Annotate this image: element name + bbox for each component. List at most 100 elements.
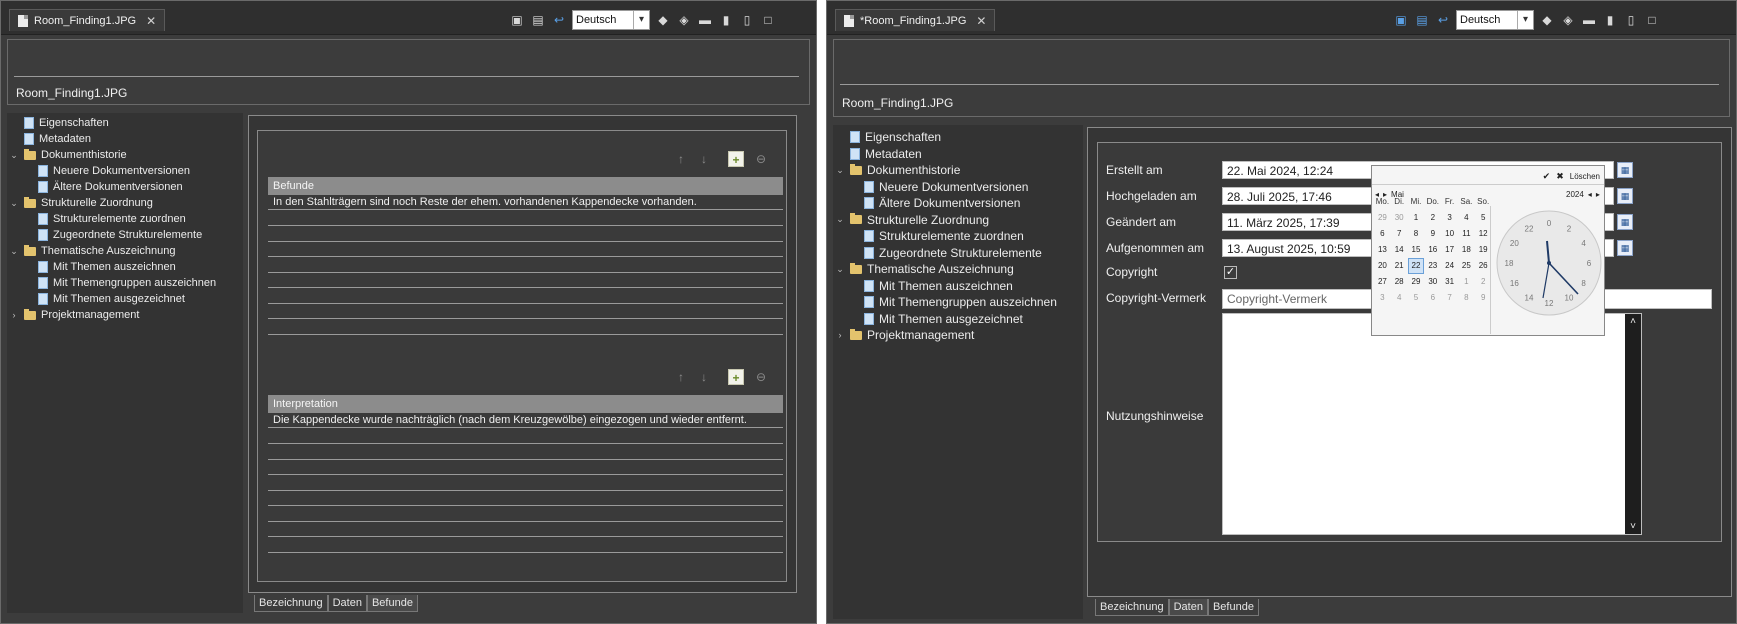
calendar-day[interactable]: 13 <box>1374 242 1391 258</box>
chevron-down-icon[interactable]: ⌄ <box>835 214 845 225</box>
empty-row[interactable] <box>268 273 783 288</box>
usage-textarea[interactable]: ˄ ˅ <box>1222 313 1642 535</box>
export-icon[interactable]: ▮ <box>1602 12 1618 28</box>
calendar-day[interactable]: 16 <box>1424 242 1441 258</box>
calendar-icon[interactable]: ▦ <box>1617 214 1633 230</box>
calendar-day[interactable]: 23 <box>1424 258 1441 274</box>
calendar-day[interactable]: 6 <box>1374 226 1391 242</box>
calendar-day[interactable]: 4 <box>1458 210 1475 226</box>
empty-row[interactable] <box>268 258 783 273</box>
close-icon[interactable]: ✖ <box>1556 171 1564 182</box>
tree-item[interactable]: Mit Themen ausgezeichnet <box>7 291 243 307</box>
calendar-day[interactable]: 8 <box>1408 226 1425 242</box>
calendar-day[interactable]: 10 <box>1441 226 1458 242</box>
tab-daten[interactable]: Daten <box>327 595 367 612</box>
language-select[interactable]: Deutsch ▾ <box>572 10 650 30</box>
maximize-icon[interactable]: □ <box>1644 12 1660 28</box>
calendar-day[interactable]: 11 <box>1458 226 1475 242</box>
tree-item[interactable]: Metadaten <box>7 131 243 147</box>
calendar-day[interactable]: 24 <box>1441 258 1458 274</box>
empty-row[interactable] <box>268 320 783 335</box>
calendar-day[interactable]: 28 <box>1391 274 1408 290</box>
editor-tab[interactable]: Room_Finding1.JPG ✕ <box>9 9 166 31</box>
language-select[interactable]: Deutsch ▾ <box>1456 10 1534 30</box>
close-icon[interactable]: ✕ <box>146 14 156 28</box>
cube-icon[interactable]: ◆ <box>1539 12 1555 28</box>
tree-item[interactable]: Mit Themen auszeichnen <box>833 278 1083 295</box>
calendar-day[interactable]: 4 <box>1391 290 1408 306</box>
remove-icon[interactable]: ⊖ <box>753 151 769 167</box>
tree-item[interactable]: › Projektmanagement <box>833 327 1083 344</box>
empty-row[interactable] <box>268 522 783 537</box>
tab-bezeichnung[interactable]: Bezeichnung <box>1095 599 1169 616</box>
empty-row[interactable] <box>268 538 783 553</box>
tree-item[interactable]: Neuere Dokumentversionen <box>833 179 1083 196</box>
tree-item[interactable]: Eigenschaften <box>7 115 243 131</box>
calendar-day[interactable]: 3 <box>1374 290 1391 306</box>
import-icon[interactable]: ▯ <box>739 12 755 28</box>
tree-item[interactable]: ⌄ Strukturelle Zuordnung <box>833 212 1083 229</box>
empty-row[interactable] <box>268 227 783 242</box>
confirm-icon[interactable]: ✔ <box>1543 171 1551 182</box>
chevron-down-icon[interactable]: ▾ <box>633 11 649 29</box>
tree-item[interactable]: Mit Themengruppen auszeichnen <box>7 275 243 291</box>
calendar-day[interactable]: 31 <box>1441 274 1458 290</box>
chevron-down-icon[interactable]: ⌄ <box>835 165 845 176</box>
calendar-day[interactable]: 1 <box>1458 274 1475 290</box>
calendar-day[interactable]: 9 <box>1424 226 1441 242</box>
export-icon[interactable]: ▮ <box>718 12 734 28</box>
folder-icon[interactable]: ▬ <box>697 12 713 28</box>
chevron-down-icon[interactable]: ˅ <box>1625 521 1641 532</box>
remove-icon[interactable]: ⊖ <box>753 369 769 385</box>
calendar-day[interactable]: 20 <box>1374 258 1391 274</box>
calendar-day[interactable]: 30 <box>1391 210 1408 226</box>
calendar-day[interactable]: 1 <box>1408 210 1425 226</box>
tree-item[interactable]: ⌄ Thematische Auszeichnung <box>7 243 243 259</box>
chevron-right-icon[interactable]: › <box>9 310 19 320</box>
calendar-day[interactable]: 18 <box>1458 242 1475 258</box>
prev-year-icon[interactable]: ◂ <box>1588 190 1592 199</box>
calendar-day[interactable]: 14 <box>1391 242 1408 258</box>
close-icon[interactable]: ✕ <box>976 14 986 28</box>
calendar-day[interactable]: 25 <box>1458 258 1475 274</box>
empty-row[interactable] <box>268 242 783 257</box>
tag-icon[interactable]: ◈ <box>676 12 692 28</box>
befunde-row[interactable]: In den Stahlträgern sind noch Reste der … <box>268 195 783 210</box>
tree-item[interactable]: Mit Themen ausgezeichnet <box>833 311 1083 328</box>
add-icon[interactable]: + <box>728 369 744 385</box>
maximize-icon[interactable]: □ <box>760 12 776 28</box>
tab-befunde[interactable]: Befunde <box>366 595 418 612</box>
tree-item[interactable]: Ältere Dokumentversionen <box>833 195 1083 212</box>
empty-row[interactable] <box>268 304 783 319</box>
tab-daten[interactable]: Daten <box>1168 599 1208 616</box>
chevron-right-icon[interactable]: › <box>835 330 845 340</box>
import-icon[interactable]: ▯ <box>1623 12 1639 28</box>
empty-row[interactable] <box>268 476 783 491</box>
save-all-icon[interactable]: ▤ <box>530 12 546 28</box>
move-down-icon[interactable]: ↓ <box>696 151 712 167</box>
tab-bezeichnung[interactable]: Bezeichnung <box>254 595 328 612</box>
chevron-down-icon[interactable]: ▾ <box>1517 11 1533 29</box>
calendar-day[interactable]: 17 <box>1441 242 1458 258</box>
calendar-day[interactable]: 22 <box>1407 258 1425 274</box>
tree-item[interactable]: Mit Themen auszeichnen <box>7 259 243 275</box>
next-year-icon[interactable]: ▸ <box>1596 190 1600 199</box>
folder-icon[interactable]: ▬ <box>1581 12 1597 28</box>
chevron-down-icon[interactable]: ⌄ <box>835 264 845 275</box>
empty-row[interactable] <box>268 460 783 475</box>
tree-item[interactable]: ⌄ Dokumenthistorie <box>7 147 243 163</box>
tree-item[interactable]: Strukturelemente zuordnen <box>7 211 243 227</box>
cube-icon[interactable]: ◆ <box>655 12 671 28</box>
tree-item[interactable]: ⌄ Strukturelle Zuordnung <box>7 195 243 211</box>
calendar-day[interactable]: 15 <box>1408 242 1425 258</box>
calendar-day[interactable]: 8 <box>1458 290 1475 306</box>
calendar-day[interactable]: 29 <box>1408 274 1425 290</box>
calendar-day[interactable]: 6 <box>1424 290 1441 306</box>
calendar-day[interactable]: 30 <box>1424 274 1441 290</box>
calendar-day[interactable]: 7 <box>1391 226 1408 242</box>
tree-item[interactable]: Neuere Dokumentversionen <box>7 163 243 179</box>
tree-item[interactable]: Zugeordnete Strukturelemente <box>7 227 243 243</box>
move-up-icon[interactable]: ↑ <box>673 369 689 385</box>
interpretation-row[interactable]: Die Kappendecke wurde nachträglich (nach… <box>268 413 783 428</box>
empty-row[interactable] <box>268 491 783 506</box>
